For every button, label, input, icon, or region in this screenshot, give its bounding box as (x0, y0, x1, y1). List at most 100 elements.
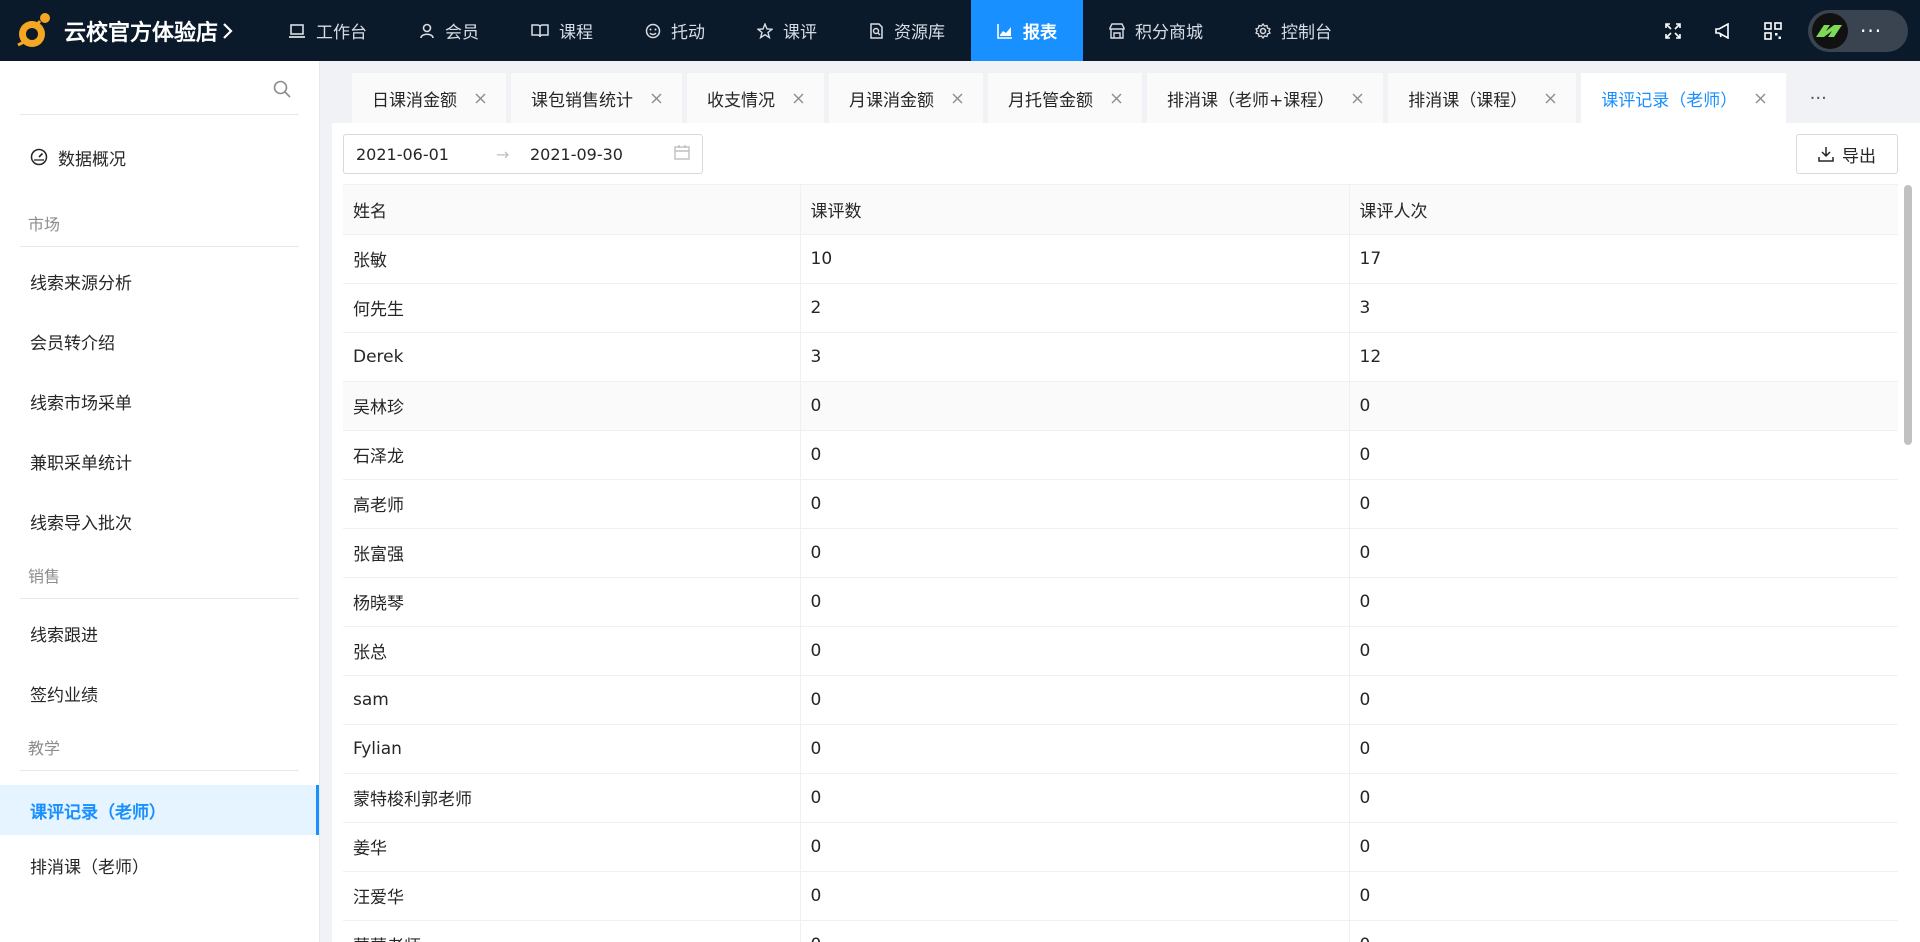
cell-review-visits: 0 (1349, 479, 1898, 529)
export-button[interactable]: 导出 (1796, 134, 1898, 174)
sidebar-item-lead-source[interactable]: 线索来源分析 (0, 251, 319, 311)
sidebar-item-parttime-collect[interactable]: 兼职采单统计 (0, 431, 319, 491)
table-row[interactable]: 吴林珍 0 0 (343, 381, 1898, 431)
nav-item-resources[interactable]: 资源库 (843, 0, 971, 61)
nav-item-members[interactable]: 会员 (393, 0, 505, 61)
table-row[interactable]: 姜华 0 0 (343, 822, 1898, 872)
sidebar-item-schedule-teacher[interactable]: 排消课（老师） (0, 835, 319, 895)
column-header-review-visits[interactable]: 课评人次 (1349, 185, 1898, 235)
cell-review-count: 10 (800, 234, 1350, 284)
cell-review-visits: 0 (1349, 577, 1898, 627)
cell-review-visits: 0 (1349, 675, 1898, 725)
nav-item-console[interactable]: 控制台 (1229, 0, 1358, 61)
cell-review-count: 3 (800, 332, 1350, 382)
tab-income-expense[interactable]: 收支情况 (687, 73, 824, 123)
sidebar-section-sales: 销售 (20, 551, 299, 599)
sidebar-item-lead-import-batch[interactable]: 线索导入批次 (0, 491, 319, 551)
table-row[interactable]: 高老师 0 0 (343, 479, 1898, 529)
nav-item-reports[interactable]: 报表 (971, 0, 1083, 61)
cell-review-visits: 0 (1349, 381, 1898, 431)
user-menu[interactable]: ··· (1808, 9, 1908, 52)
cell-review-count: 2 (800, 283, 1350, 333)
nav-item-label: 课程 (559, 23, 593, 43)
close-icon[interactable] (1545, 93, 1556, 104)
table-row[interactable]: 张总 0 0 (343, 626, 1898, 676)
table-row[interactable]: 石泽龙 0 0 (343, 430, 1898, 480)
report-content: 日课消金额 课包销售统计 收支情况 月课消金额 月托管金额 排消课（老师+课程）… (332, 61, 1920, 942)
table-row[interactable]: Fylian 0 0 (343, 724, 1898, 774)
tab-package-sales[interactable]: 课包销售统计 (511, 73, 682, 123)
column-header-review-count[interactable]: 课评数 (800, 185, 1350, 235)
chart-icon (997, 23, 1012, 39)
tabs-more-button[interactable]: ··· (1790, 73, 1846, 123)
cell-review-count: 0 (800, 577, 1350, 627)
nav-item-daycare[interactable]: 托动 (619, 0, 731, 61)
sidebar-item-review-records-teacher[interactable]: 课评记录（老师） (0, 785, 319, 835)
table-row[interactable]: 何先生 2 3 (343, 283, 1898, 333)
sidebar-item-lead-market-collect[interactable]: 线索市场采单 (0, 371, 319, 431)
table-row[interactable]: 杨晓琴 0 0 (343, 577, 1898, 627)
cell-review-visits: 0 (1349, 626, 1898, 676)
qrcode-icon[interactable] (1748, 0, 1798, 61)
nav-item-label: 课评 (783, 23, 817, 43)
close-icon[interactable] (1352, 93, 1363, 104)
close-icon[interactable] (1111, 93, 1122, 104)
cell-review-count: 0 (800, 479, 1350, 529)
tab-schedule-teacher-course[interactable]: 排消课（老师+课程） (1147, 73, 1384, 123)
cell-review-count: 0 (800, 381, 1350, 431)
close-icon[interactable] (952, 93, 963, 104)
tab-label: 排消课（课程） (1408, 90, 1528, 111)
cell-review-visits: 0 (1349, 871, 1898, 921)
cell-review-visits: 0 (1349, 430, 1898, 480)
tab-daily-consumption[interactable]: 日课消金额 (352, 73, 506, 123)
sidebar-search-input[interactable] (20, 61, 299, 113)
cell-name: 吴林珍 (343, 381, 801, 431)
nav-item-workbench[interactable]: 工作台 (262, 0, 393, 61)
tab-label: 月托管金额 (1008, 90, 1093, 111)
table-row[interactable]: 张敏 10 17 (343, 234, 1898, 284)
table-row[interactable]: 蒙蒙老师00 (343, 920, 1898, 942)
tab-monthly-daycare[interactable]: 月托管金额 (988, 73, 1142, 123)
sidebar-item-member-referral[interactable]: 会员转介绍 (0, 311, 319, 371)
table-row[interactable]: 蒙特梭利郭老师 0 0 (343, 773, 1898, 823)
close-icon[interactable] (651, 93, 662, 104)
tab-label: 月课消金额 (849, 90, 934, 111)
cell-review-visits: 0 (1349, 724, 1898, 774)
tab-monthly-consumption[interactable]: 月课消金额 (829, 73, 983, 123)
cell-name: 张富强 (343, 528, 801, 578)
tab-review-records-teacher[interactable]: 课评记录（老师） (1581, 73, 1787, 123)
table-row[interactable]: Derek 3 12 (343, 332, 1898, 382)
more-icon: ··· (1860, 18, 1883, 43)
tab-schedule-course[interactable]: 排消课（课程） (1388, 73, 1577, 123)
cell-review-count: 0 (800, 626, 1350, 676)
date-range-picker[interactable]: 2021-06-01 → 2021-09-30 (343, 134, 703, 174)
nav-item-points-mall[interactable]: 积分商城 (1083, 0, 1229, 61)
table-row[interactable]: 张富强 0 0 (343, 528, 1898, 578)
fullscreen-icon[interactable] (1648, 0, 1698, 61)
nav-item-courses[interactable]: 课程 (505, 0, 619, 61)
scrollbar-thumb[interactable] (1904, 185, 1912, 445)
report-toolbar: 2021-06-01 → 2021-09-30 导出 (332, 123, 1920, 185)
sidebar-item-overview[interactable]: 数据概况 (0, 115, 319, 199)
dashboard-icon (30, 148, 48, 166)
cell-name: 高老师 (343, 479, 801, 529)
nav-item-reviews[interactable]: 课评 (731, 0, 843, 61)
date-end[interactable]: 2021-09-30 (530, 145, 670, 164)
nav-item-label: 积分商城 (1135, 23, 1203, 43)
review-records-table: 姓名 课评数 课评人次 张敏 10 17 何先生 2 3 Derek 3 12 吴林珍 0 0 石泽龙 0… (343, 184, 1898, 942)
tab-label: 日课消金额 (372, 90, 457, 111)
table-row[interactable]: sam 0 0 (343, 675, 1898, 725)
column-header-name[interactable]: 姓名 (343, 185, 801, 235)
close-icon[interactable] (793, 93, 804, 104)
brand-switcher[interactable]: 云校官方体验店 (0, 0, 262, 61)
announcement-icon[interactable] (1698, 0, 1748, 61)
table-row[interactable]: 汪爱华 0 0 (343, 871, 1898, 921)
table-body: 张敏 10 17 何先生 2 3 Derek 3 12 吴林珍 0 0 石泽龙 0 0 高老师 0 0 张富强 0 0 杨… (343, 234, 1898, 942)
search-icon[interactable] (273, 80, 291, 103)
close-icon[interactable] (475, 93, 486, 104)
date-start[interactable]: 2021-06-01 (356, 145, 496, 164)
close-icon[interactable] (1755, 93, 1766, 104)
sidebar-item-lead-followup[interactable]: 线索跟进 (0, 603, 319, 663)
nav-item-label: 资源库 (894, 23, 945, 43)
sidebar-item-contract-performance[interactable]: 签约业绩 (0, 663, 319, 723)
